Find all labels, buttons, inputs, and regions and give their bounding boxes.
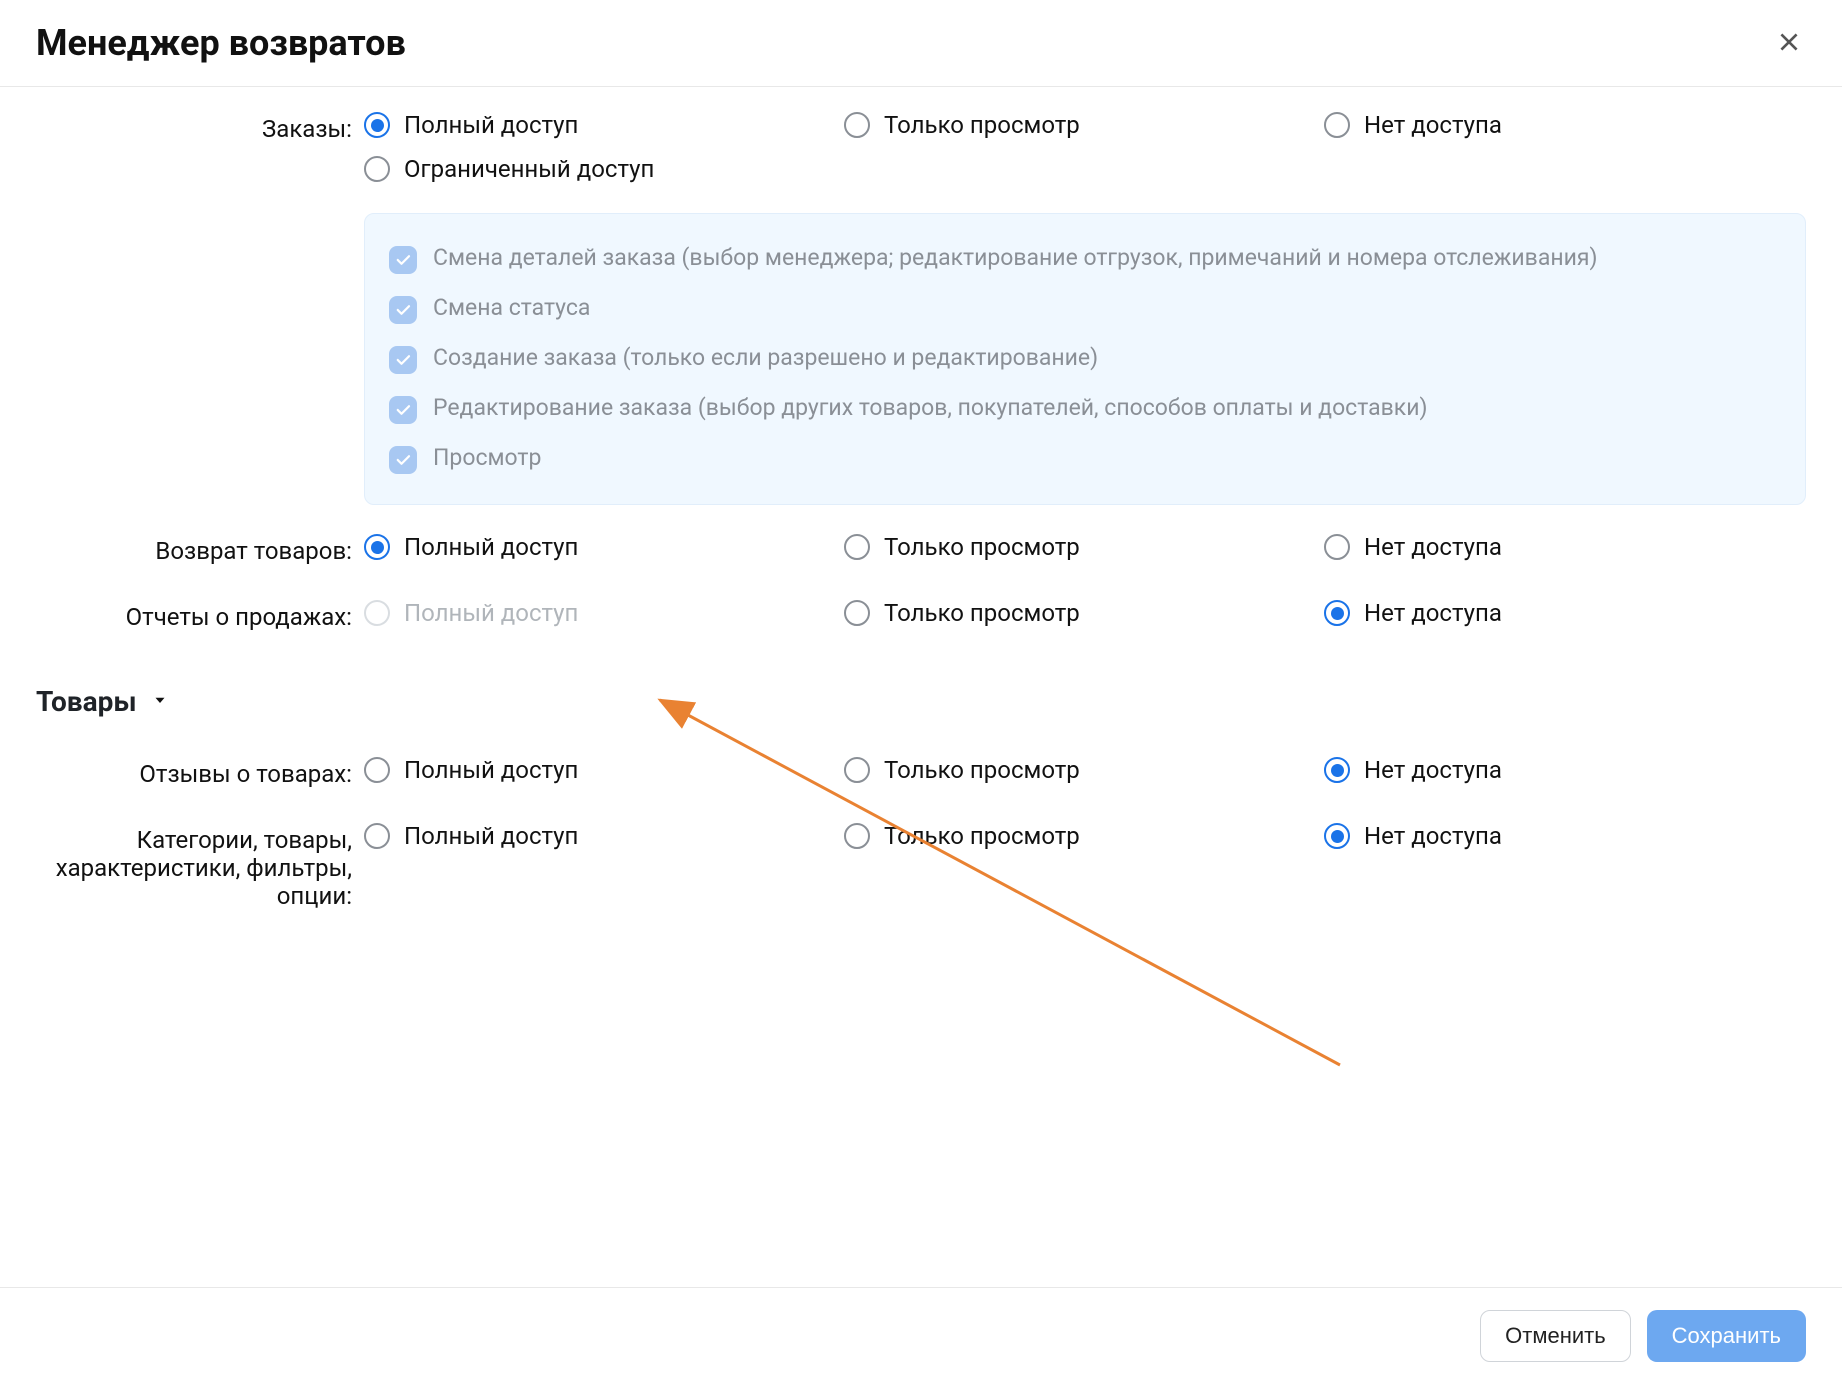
perm-row-catalog: Категории, товары, характеристики, фильт… bbox=[36, 818, 1806, 910]
radio-icon bbox=[364, 534, 390, 560]
close-button[interactable] bbox=[1772, 26, 1806, 60]
radio-label: Только просмотр bbox=[884, 533, 1080, 561]
radio-icon bbox=[1324, 823, 1350, 849]
modal-body: Заказы: Полный доступ Только просмотр Не… bbox=[0, 87, 1842, 1287]
save-button[interactable]: Сохранить bbox=[1647, 1310, 1806, 1362]
caret-down-icon bbox=[151, 690, 169, 714]
perm-row-product-reviews: Отзывы о товарах: Полный доступ Только п… bbox=[36, 752, 1806, 788]
checkbox-checked-icon bbox=[389, 246, 417, 274]
catalog-radio-none[interactable]: Нет доступа bbox=[1324, 818, 1806, 854]
radio-label: Полный доступ bbox=[404, 756, 578, 784]
radio-label: Нет доступа bbox=[1364, 533, 1502, 561]
radio-icon bbox=[364, 156, 390, 182]
orders-radio-limited[interactable]: Ограниченный доступ bbox=[364, 151, 844, 187]
orders-sub-change-details[interactable]: Смена деталей заказа (выбор менеджера; р… bbox=[389, 234, 1781, 284]
orders-radio-none[interactable]: Нет доступа bbox=[1324, 107, 1806, 143]
radio-icon bbox=[844, 757, 870, 783]
radio-label: Полный доступ bbox=[404, 599, 578, 627]
radio-icon bbox=[1324, 600, 1350, 626]
radio-icon bbox=[844, 534, 870, 560]
radio-icon bbox=[364, 757, 390, 783]
checkbox-label: Просмотр bbox=[433, 444, 541, 471]
sales-reports-radio-view[interactable]: Только просмотр bbox=[844, 595, 1324, 631]
catalog-radio-view[interactable]: Только просмотр bbox=[844, 818, 1324, 854]
section-title: Товары bbox=[36, 685, 137, 718]
orders-sub-edit-order[interactable]: Редактирование заказа (выбор других това… bbox=[389, 384, 1781, 434]
radio-label: Нет доступа bbox=[1364, 599, 1502, 627]
perm-label-sales-reports: Отчеты о продажах: bbox=[36, 595, 356, 631]
perm-row-returns: Возврат товаров: Полный доступ Только пр… bbox=[36, 529, 1806, 565]
close-icon bbox=[1776, 29, 1802, 58]
modal-title: Менеджер возвратов bbox=[36, 22, 406, 64]
radio-icon bbox=[364, 823, 390, 849]
checkbox-checked-icon bbox=[389, 346, 417, 374]
radio-label: Нет доступа bbox=[1364, 111, 1502, 139]
perm-label-product-reviews: Отзывы о товарах: bbox=[36, 752, 356, 788]
sales-reports-radio-none[interactable]: Нет доступа bbox=[1324, 595, 1806, 631]
section-heading-products[interactable]: Товары bbox=[36, 685, 1806, 718]
radio-icon bbox=[1324, 534, 1350, 560]
checkbox-label: Редактирование заказа (выбор других това… bbox=[433, 394, 1427, 421]
checkbox-checked-icon bbox=[389, 446, 417, 474]
radio-label: Полный доступ bbox=[404, 533, 578, 561]
permissions-modal: Менеджер возвратов Заказы: Полный доступ… bbox=[0, 0, 1842, 1384]
product-reviews-radio-view[interactable]: Только просмотр bbox=[844, 752, 1324, 788]
checkbox-label: Создание заказа (только если разрешено и… bbox=[433, 344, 1098, 371]
orders-sub-view[interactable]: Просмотр bbox=[389, 434, 1781, 484]
radio-icon bbox=[1324, 112, 1350, 138]
product-reviews-radio-full[interactable]: Полный доступ bbox=[364, 752, 844, 788]
radio-label: Нет доступа bbox=[1364, 756, 1502, 784]
returns-radio-none[interactable]: Нет доступа bbox=[1324, 529, 1806, 565]
radio-icon bbox=[364, 112, 390, 138]
radio-label: Только просмотр bbox=[884, 756, 1080, 784]
orders-sub-change-status[interactable]: Смена статуса bbox=[389, 284, 1781, 334]
modal-header: Менеджер возвратов bbox=[0, 0, 1842, 87]
radio-label: Полный доступ bbox=[404, 111, 578, 139]
product-reviews-radio-none[interactable]: Нет доступа bbox=[1324, 752, 1806, 788]
radio-label: Только просмотр bbox=[884, 599, 1080, 627]
modal-footer: Отменить Сохранить bbox=[0, 1287, 1842, 1384]
orders-sub-create-order[interactable]: Создание заказа (только если разрешено и… bbox=[389, 334, 1781, 384]
radio-label: Нет доступа bbox=[1364, 822, 1502, 850]
perm-row-sales-reports: Отчеты о продажах: Полный доступ Только … bbox=[36, 595, 1806, 631]
perm-label-orders: Заказы: bbox=[36, 107, 356, 523]
checkbox-label: Смена деталей заказа (выбор менеджера; р… bbox=[433, 244, 1598, 271]
orders-sub-permissions-panel: Смена деталей заказа (выбор менеджера; р… bbox=[364, 213, 1806, 505]
radio-label: Только просмотр bbox=[884, 822, 1080, 850]
radio-label: Ограниченный доступ bbox=[404, 155, 654, 183]
returns-radio-full[interactable]: Полный доступ bbox=[364, 529, 844, 565]
radio-label: Полный доступ bbox=[404, 822, 578, 850]
perm-label-catalog: Категории, товары, характеристики, фильт… bbox=[36, 818, 356, 910]
checkbox-checked-icon bbox=[389, 396, 417, 424]
returns-radio-view[interactable]: Только просмотр bbox=[844, 529, 1324, 565]
radio-icon bbox=[844, 600, 870, 626]
perm-label-returns: Возврат товаров: bbox=[36, 529, 356, 565]
orders-radio-view[interactable]: Только просмотр bbox=[844, 107, 1324, 143]
checkbox-checked-icon bbox=[389, 296, 417, 324]
sales-reports-radio-full: Полный доступ bbox=[364, 595, 844, 631]
orders-radio-full[interactable]: Полный доступ bbox=[364, 107, 844, 143]
radio-label: Только просмотр bbox=[884, 111, 1080, 139]
catalog-radio-full[interactable]: Полный доступ bbox=[364, 818, 844, 854]
perm-row-orders: Заказы: Полный доступ Только просмотр Не… bbox=[36, 107, 1806, 523]
radio-icon bbox=[844, 823, 870, 849]
radio-icon bbox=[844, 112, 870, 138]
cancel-button[interactable]: Отменить bbox=[1480, 1310, 1631, 1362]
radio-icon bbox=[1324, 757, 1350, 783]
radio-icon bbox=[364, 600, 390, 626]
checkbox-label: Смена статуса bbox=[433, 294, 590, 321]
